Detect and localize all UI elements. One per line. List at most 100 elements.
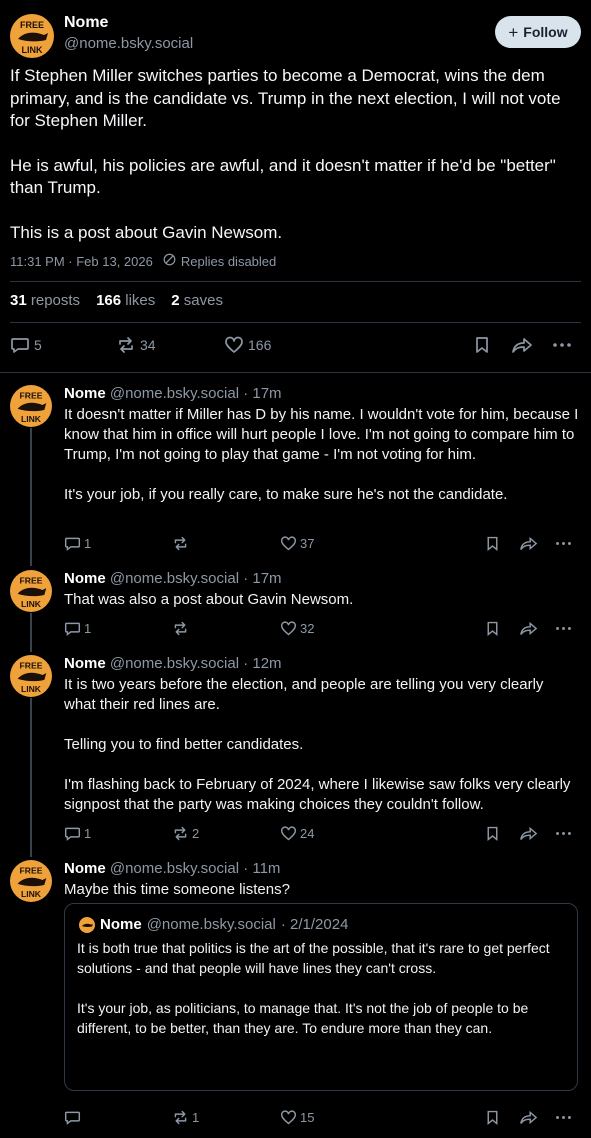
reply-paragraph: It's your job, if you really care, to ma… bbox=[64, 486, 508, 503]
likes-stat[interactable]: 166 likes bbox=[96, 292, 155, 309]
repost-icon bbox=[119, 337, 133, 353]
svg-text:FREE: FREE bbox=[20, 20, 44, 30]
like-icon bbox=[280, 826, 297, 841]
repost-icon bbox=[174, 536, 187, 551]
like-icon bbox=[280, 1110, 297, 1125]
share-button[interactable] bbox=[519, 1109, 538, 1126]
post-age[interactable]: · 17m bbox=[243, 570, 281, 587]
post-actions: 5 34 166 bbox=[10, 335, 581, 359]
svg-text:FREE: FREE bbox=[20, 390, 43, 400]
reply-header: Nome @nome.bsky.social · 17m bbox=[64, 385, 282, 402]
saves-stat[interactable]: 2 saves bbox=[171, 292, 223, 309]
author-name[interactable]: Nome bbox=[64, 860, 106, 877]
author-name[interactable]: Nome bbox=[64, 385, 106, 402]
follow-label: Follow bbox=[523, 24, 568, 40]
share-button[interactable] bbox=[519, 825, 538, 842]
divider bbox=[10, 322, 581, 323]
quoted-post[interactable]: Nome @nome.bsky.social · 2/1/2024 It is … bbox=[64, 903, 578, 1091]
repost-button[interactable]: 1 bbox=[172, 1109, 199, 1126]
reply-actions: 1 32 bbox=[64, 620, 579, 640]
reply-paragraph: Maybe this time someone listens? bbox=[64, 881, 290, 898]
reply-paragraph: That was also a post about Gavin Newsom. bbox=[64, 591, 354, 608]
reply-icon bbox=[64, 622, 81, 636]
like-icon bbox=[280, 536, 297, 551]
reply-paragraph: I'm flashing back to February of 2024, w… bbox=[64, 776, 571, 813]
repost-button[interactable]: 34 bbox=[116, 335, 156, 355]
author-handle[interactable]: @nome.bsky.social bbox=[110, 860, 239, 877]
author-name-block: Nome @nome.bsky.social bbox=[64, 14, 193, 52]
repost-button[interactable] bbox=[172, 620, 192, 637]
share-icon bbox=[520, 826, 538, 841]
like-button[interactable]: 24 bbox=[280, 825, 314, 842]
post-age[interactable]: · 11m bbox=[243, 860, 280, 877]
like-button[interactable]: 32 bbox=[280, 620, 314, 637]
reply-icon bbox=[11, 338, 29, 353]
reply-button[interactable]: 1 bbox=[64, 825, 91, 842]
follow-button[interactable]: + Follow bbox=[495, 16, 581, 48]
author-avatar[interactable]: FREE LINK bbox=[10, 385, 52, 427]
share-button[interactable] bbox=[511, 335, 533, 355]
post-paragraph: If Stephen Miller switches parties to be… bbox=[10, 66, 561, 130]
reply-icon bbox=[64, 827, 81, 841]
post-text: If Stephen Miller switches parties to be… bbox=[10, 65, 581, 244]
reply-button[interactable]: 1 bbox=[64, 620, 91, 637]
author-handle[interactable]: @nome.bsky.social bbox=[110, 655, 239, 672]
reply-button[interactable]: 5 bbox=[10, 335, 42, 355]
reply-header: Nome @nome.bsky.social · 17m bbox=[64, 570, 282, 587]
quoted-author-name: Nome bbox=[100, 916, 142, 933]
bookmark-button[interactable] bbox=[484, 1109, 501, 1126]
reply-button[interactable]: 1 bbox=[64, 535, 91, 552]
quoted-paragraph: It is both true that politics is the art… bbox=[77, 940, 550, 976]
author-name[interactable]: Nome bbox=[64, 14, 193, 32]
more-icon bbox=[556, 1116, 571, 1119]
bookmark-button[interactable] bbox=[484, 535, 501, 552]
bookmark-button[interactable] bbox=[472, 335, 492, 355]
more-button[interactable] bbox=[555, 620, 572, 637]
post-age[interactable]: · 12m bbox=[243, 655, 281, 672]
author-handle[interactable]: @nome.bsky.social bbox=[110, 385, 239, 402]
share-button[interactable] bbox=[519, 535, 538, 552]
author-handle[interactable]: @nome.bsky.social bbox=[64, 35, 193, 52]
like-button[interactable]: 37 bbox=[280, 535, 314, 552]
share-icon bbox=[520, 536, 538, 551]
reply-actions: 1 15 bbox=[64, 1109, 579, 1129]
more-icon bbox=[556, 832, 571, 835]
repost-button[interactable]: 2 bbox=[172, 825, 199, 842]
thread-line bbox=[30, 613, 32, 652]
reply-button[interactable] bbox=[64, 1109, 84, 1126]
quoted-post-text: It is both true that politics is the art… bbox=[77, 938, 563, 1038]
like-button[interactable]: 15 bbox=[280, 1109, 314, 1126]
post-stats: 31 reposts 166 likes 2 saves bbox=[10, 292, 223, 309]
repost-button[interactable] bbox=[172, 535, 192, 552]
divider bbox=[0, 372, 591, 373]
share-button[interactable] bbox=[519, 620, 538, 637]
author-name[interactable]: Nome bbox=[64, 655, 106, 672]
bookmark-button[interactable] bbox=[484, 620, 501, 637]
reply-actions: 1 37 bbox=[64, 535, 579, 555]
author-avatar[interactable]: FREE LINK bbox=[10, 14, 54, 58]
divider bbox=[10, 281, 581, 282]
share-icon bbox=[520, 1110, 538, 1125]
thread-line bbox=[30, 698, 32, 857]
author-avatar[interactable]: FREE LINK bbox=[10, 570, 52, 612]
svg-text:FREE: FREE bbox=[20, 660, 43, 670]
avatar-logo: FREE LINK bbox=[18, 20, 48, 55]
more-button[interactable] bbox=[555, 1109, 572, 1126]
author-handle[interactable]: @nome.bsky.social bbox=[110, 570, 239, 587]
post-timestamp[interactable]: 11:31 PM · Feb 13, 2026 bbox=[10, 254, 153, 269]
author-avatar[interactable]: FREE LINK bbox=[10, 655, 52, 697]
reply-text: It doesn't matter if Miller has D by his… bbox=[64, 405, 579, 505]
post-age[interactable]: · 17m bbox=[243, 385, 281, 402]
more-button[interactable] bbox=[552, 335, 572, 355]
more-button[interactable] bbox=[555, 825, 572, 842]
svg-text:FREE: FREE bbox=[20, 575, 43, 585]
more-button[interactable] bbox=[555, 535, 572, 552]
reply-paragraph: It is two years before the election, and… bbox=[64, 676, 544, 713]
repost-icon bbox=[174, 826, 187, 841]
reply-paragraph: It doesn't matter if Miller has D by his… bbox=[64, 406, 579, 463]
reposts-stat[interactable]: 31 reposts bbox=[10, 292, 80, 309]
author-avatar[interactable]: FREE LINK bbox=[10, 860, 52, 902]
like-button[interactable]: 166 bbox=[224, 335, 271, 355]
bookmark-button[interactable] bbox=[484, 825, 501, 842]
author-name[interactable]: Nome bbox=[64, 570, 106, 587]
